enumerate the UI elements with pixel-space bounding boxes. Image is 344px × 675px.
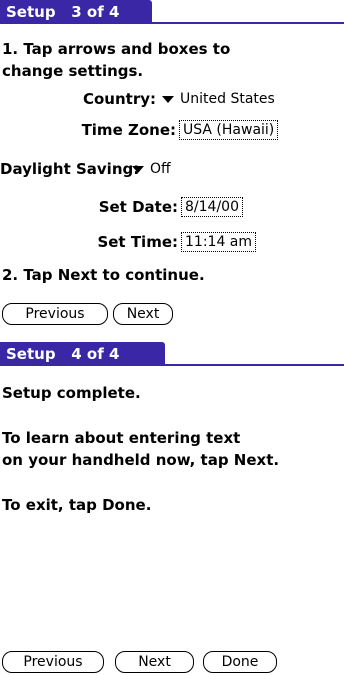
triangle-down-icon [132,165,144,173]
daylight-saving-label: Daylight Saving: [0,160,140,178]
setup-screen-4: Setup 4 of 4 Setup complete. To learn ab… [0,342,344,675]
daylight-saving-value: Off [150,161,171,177]
learn-text-line2: on your handheld now, tap Next. [2,451,280,469]
country-label: Country: [82,90,156,108]
form-title: Setup 4 of 4 [0,342,165,366]
timezone-label: Time Zone: [81,121,176,139]
timezone-selector[interactable]: USA (Hawaii) [179,120,279,140]
set-date-label: Set Date: [98,198,178,216]
done-button[interactable]: Done [203,651,277,673]
set-date-field[interactable]: 8/14/00 [181,197,243,217]
next-button[interactable]: Next [113,303,173,325]
country-picker[interactable]: United States [156,91,275,107]
next-button[interactable]: Next [115,651,194,673]
setup-screen-3: Setup 3 of 4 1. Tap arrows and boxes to … [0,0,344,336]
setup-complete-text: Setup complete. [2,384,141,402]
triangle-down-icon [162,95,174,103]
country-row: Country: United States [0,90,344,108]
country-value: United States [180,91,275,107]
set-date-row: Set Date: 8/14/00 [0,197,344,217]
exit-text: To exit, tap Done. [2,496,152,514]
daylight-saving-picker[interactable]: Off [126,161,171,177]
step1-instruction-line1: 1. Tap arrows and boxes to [2,40,231,58]
previous-button[interactable]: Previous [2,303,108,325]
form-title: Setup 3 of 4 [0,0,152,24]
set-time-row: Set Time: 11:14 am [0,232,344,252]
step1-instruction-line2: change settings. [2,62,144,80]
previous-button[interactable]: Previous [2,651,104,673]
learn-text-line1: To learn about entering text [2,429,241,447]
set-time-label: Set Time: [97,233,178,251]
daylight-saving-row: Daylight Saving: Off [0,160,344,178]
step2-instruction: 2. Tap Next to continue. [2,266,205,284]
timezone-row: Time Zone: USA (Hawaii) [0,120,344,140]
set-time-field[interactable]: 11:14 am [181,232,257,252]
